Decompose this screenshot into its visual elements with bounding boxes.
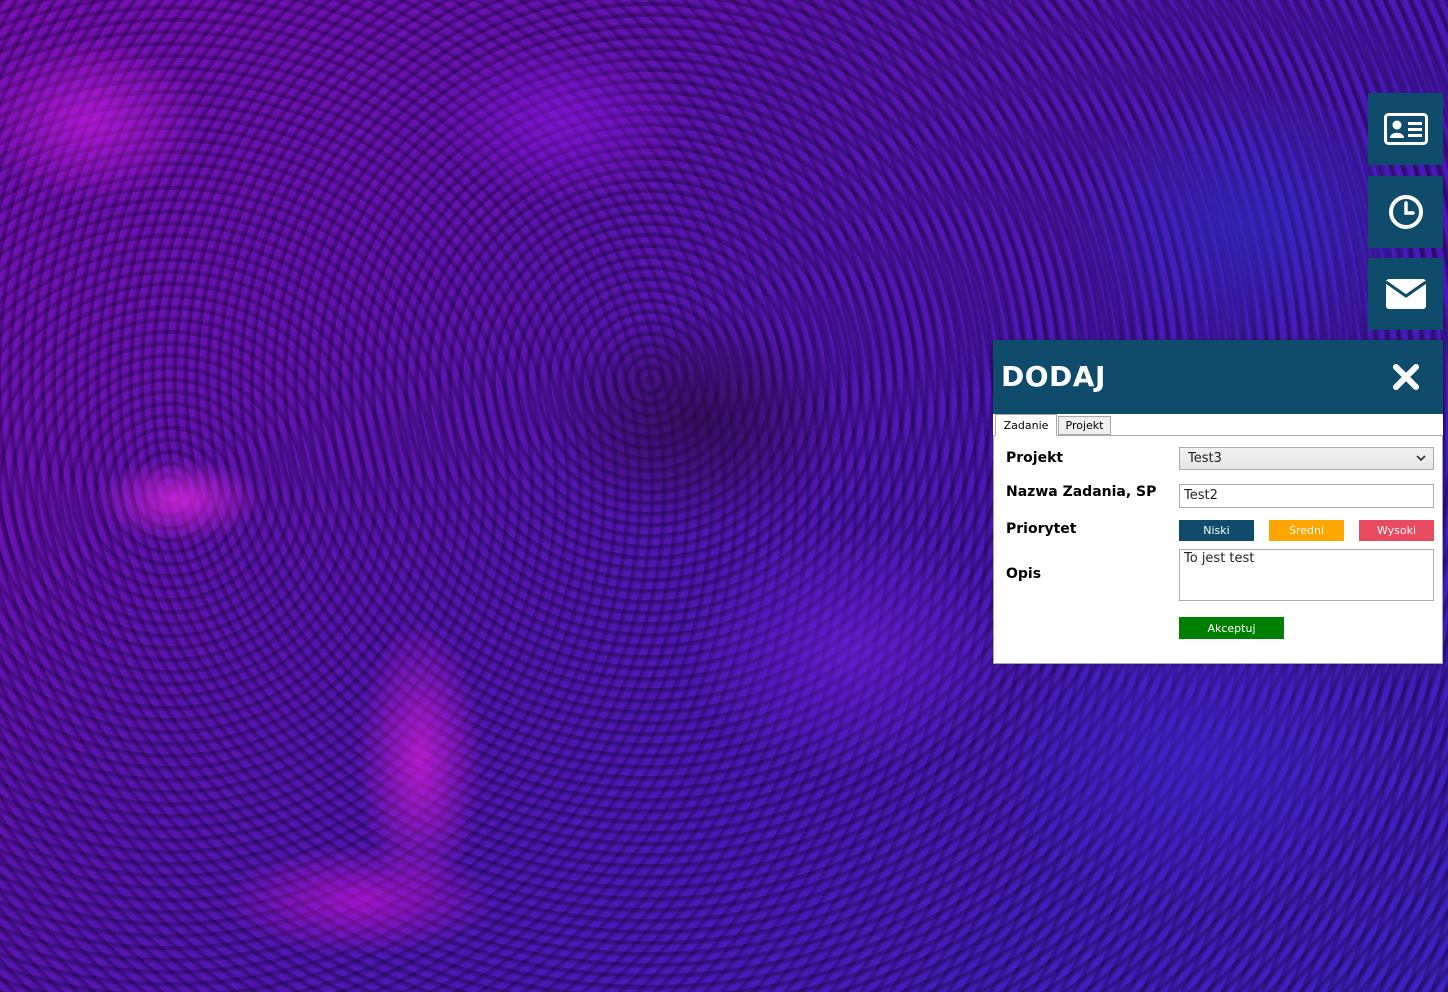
chevron-down-icon — [1416, 455, 1426, 462]
projekt-label: Projekt — [1006, 450, 1064, 466]
priority-low-button[interactable]: Niski — [1179, 520, 1254, 541]
dialog-header: DODAJ — [993, 340, 1443, 414]
projekt-select[interactable]: Test3 — [1179, 447, 1434, 470]
priorytet-label: Priorytet — [1006, 521, 1077, 537]
opis-textarea[interactable]: To jest test — [1179, 549, 1434, 601]
nazwa-zadania-input[interactable]: Test2 — [1179, 484, 1434, 508]
clock-icon — [1388, 195, 1423, 229]
dialog-title: DODAJ — [1001, 360, 1106, 393]
priority-medium-button[interactable]: Średni — [1269, 520, 1344, 541]
add-dialog: DODAJ Zadanie Projekt Projekt Test3 Nazw… — [993, 340, 1443, 664]
envelope-icon — [1384, 279, 1427, 309]
tab-content-zadanie: Projekt Test3 Nazwa Zadania, SP Test2 Pr… — [993, 436, 1443, 664]
tab-zadanie[interactable]: Zadanie — [995, 414, 1057, 436]
accept-button[interactable]: Akceptuj — [1179, 617, 1284, 639]
close-icon — [1392, 364, 1419, 390]
mail-button[interactable] — [1368, 258, 1443, 330]
priority-high-button[interactable]: Wysoki — [1359, 520, 1434, 541]
tab-projekt[interactable]: Projekt — [1058, 416, 1111, 435]
nazwa-zadania-label: Nazwa Zadania, SP — [1006, 484, 1157, 500]
contact-card-button[interactable] — [1368, 93, 1443, 165]
projekt-select-value: Test3 — [1188, 451, 1222, 466]
history-button[interactable] — [1368, 176, 1443, 248]
desktop-background: { "side_buttons": [ {"icon": "id-card-ic… — [0, 0, 1448, 992]
opis-label: Opis — [1006, 566, 1042, 582]
tab-bar: Zadanie Projekt — [993, 414, 1443, 436]
close-button[interactable] — [1368, 340, 1443, 414]
id-card-icon — [1383, 113, 1428, 145]
